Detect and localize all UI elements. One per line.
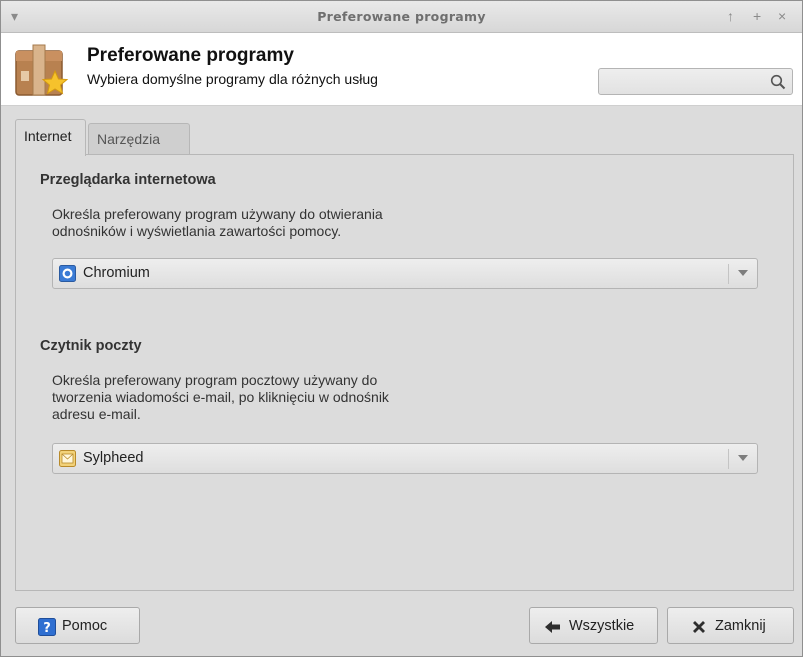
svg-text:?: ?	[43, 621, 51, 636]
sylpheed-icon	[59, 450, 76, 467]
header-title: Preferowane programy	[87, 45, 294, 66]
web-browser-description-line: odnośników i wyświetlania zawartości pom…	[52, 223, 342, 239]
chevron-down-icon[interactable]	[738, 270, 748, 276]
close-button[interactable]: Zamknij	[667, 607, 794, 644]
chevron-down-icon[interactable]	[738, 455, 748, 461]
web-browser-description: Określa preferowany program używany do o…	[52, 206, 472, 240]
header-subtitle: Wybiera domyślne programy dla różnych us…	[87, 71, 378, 87]
web-browser-select[interactable]: Chromium	[52, 258, 758, 289]
window-title: Preferowane programy	[317, 9, 486, 24]
tab-narzedzia[interactable]: Narzędzia	[88, 123, 190, 155]
preferred-applications-window: ▾ Preferowane programy ↑ + × Preferowane…	[0, 0, 803, 657]
mail-reader-description-line: Określa preferowany program pocztowy uży…	[52, 372, 378, 388]
arrow-left-icon	[545, 621, 560, 633]
combo-separator	[728, 264, 729, 284]
tab-internet[interactable]: Internet	[15, 119, 86, 156]
chromium-icon	[59, 265, 76, 282]
window-maximize-icon[interactable]: +	[753, 7, 761, 25]
search-input[interactable]	[603, 71, 763, 92]
web-browser-selected-value: Chromium	[83, 265, 150, 281]
all-button-label: Wszystkie	[569, 618, 635, 634]
help-button-label: Pomoc	[62, 618, 108, 634]
help-icon: ?	[38, 618, 56, 636]
mail-reader-description-line: tworzenia wiadomości e-mail, po kliknięc…	[52, 389, 389, 405]
search-box[interactable]	[598, 68, 793, 95]
mail-reader-description-line: adresu e-mail.	[52, 406, 141, 422]
search-icon[interactable]	[770, 74, 786, 90]
mail-reader-select[interactable]: Sylpheed	[52, 443, 758, 474]
mail-reader-selected-value: Sylpheed	[83, 450, 144, 466]
web-browser-description-line: Określa preferowany program używany do o…	[52, 206, 383, 222]
all-button[interactable]: Wszystkie	[529, 607, 658, 644]
dialog-header: Preferowane programy Wybiera domyślne pr…	[1, 33, 802, 106]
web-browser-section-title: Przeglądarka internetowa	[40, 172, 216, 188]
preferred-apps-box-icon	[15, 44, 69, 96]
help-button[interactable]: ? Pomoc	[15, 607, 140, 644]
mail-reader-description: Określa preferowany program pocztowy uży…	[52, 372, 472, 423]
tab-internet-label: Internet	[24, 128, 72, 144]
window-above-icon[interactable]: ↑	[727, 7, 734, 25]
close-icon	[693, 621, 705, 633]
combo-separator	[728, 449, 729, 469]
close-button-label: Zamknij	[715, 618, 766, 634]
internet-tab-panel: Przeglądarka internetowa Określa prefero…	[15, 154, 794, 591]
title-bar[interactable]: ▾ Preferowane programy ↑ + ×	[1, 1, 802, 33]
mail-reader-section-title: Czytnik poczty	[40, 338, 142, 354]
tab-narzedzia-label: Narzędzia	[97, 131, 161, 147]
window-close-icon[interactable]: ×	[778, 7, 786, 25]
